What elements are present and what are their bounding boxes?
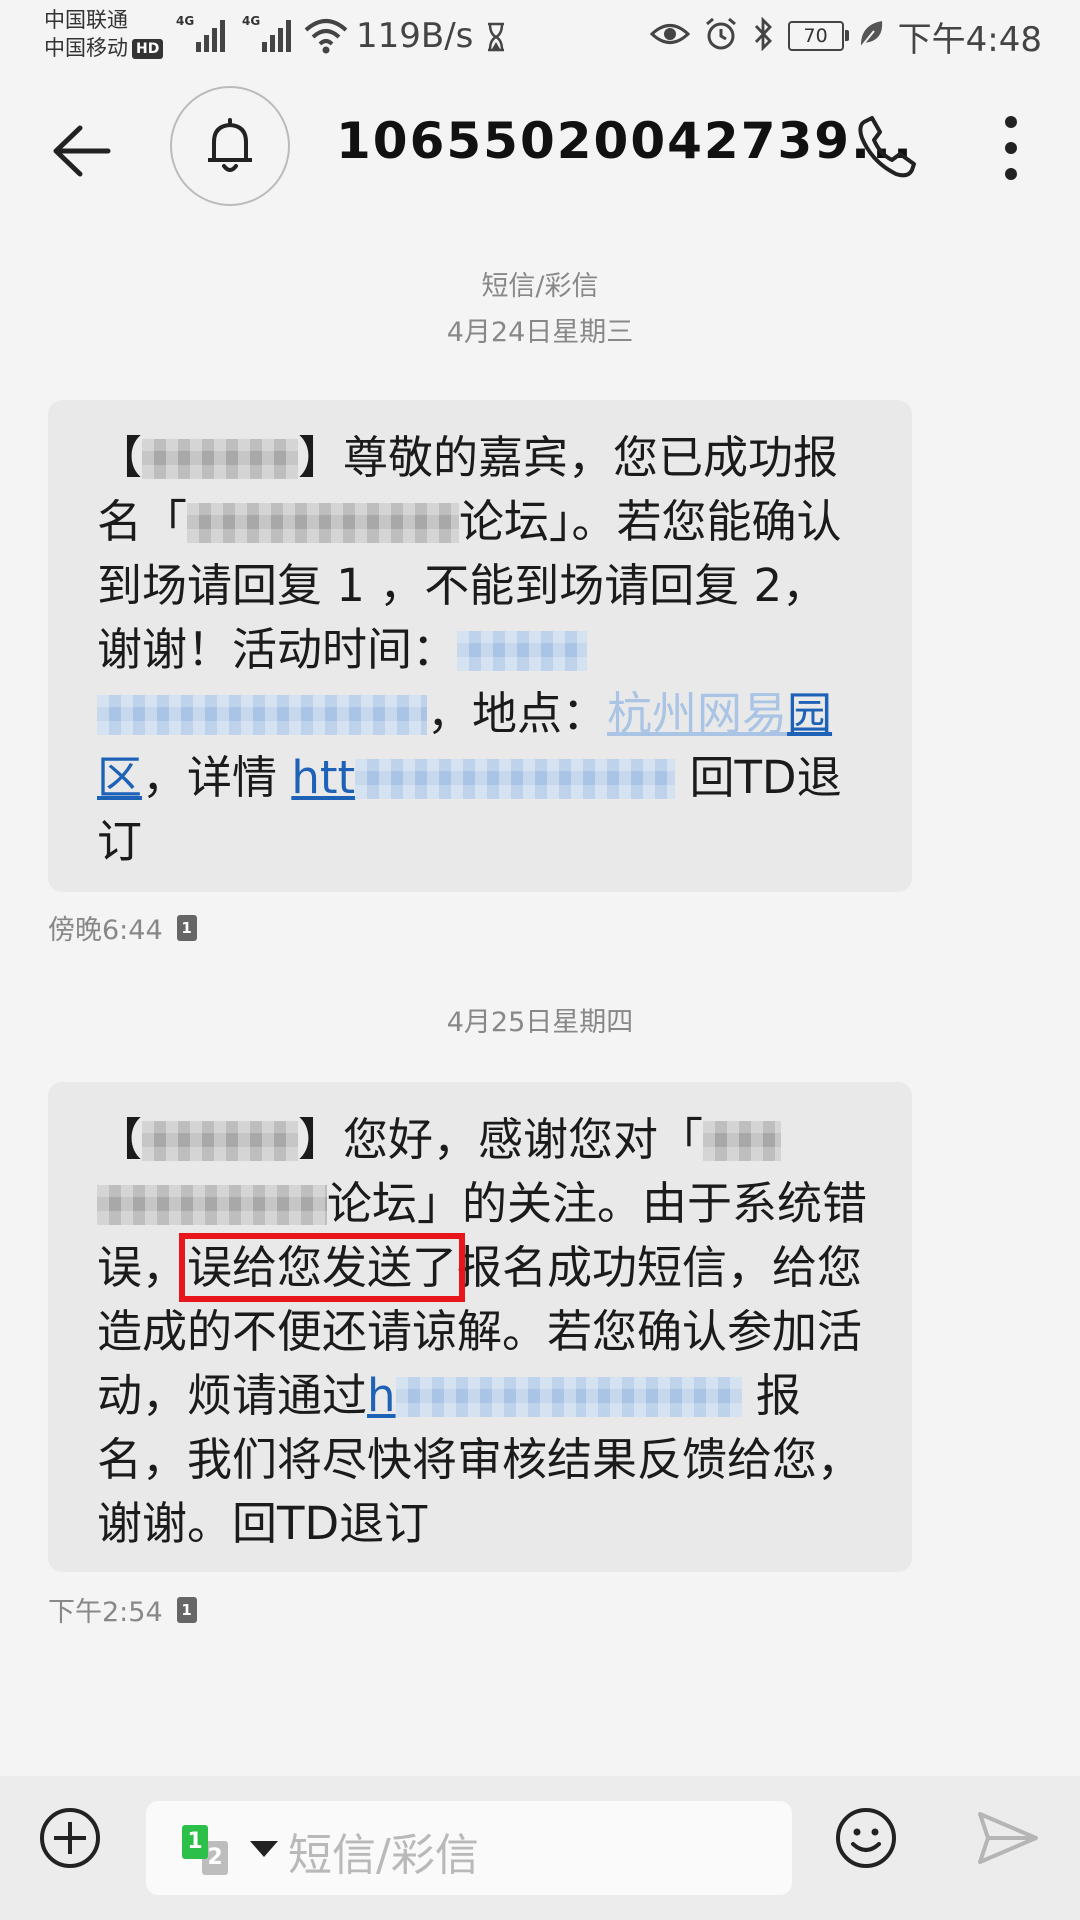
message-input-placeholder: 短信/彩信: [288, 1830, 479, 1881]
redacted-text: [703, 1121, 782, 1161]
clock: 下午4:48: [897, 19, 1042, 60]
back-button[interactable]: [46, 116, 116, 186]
message-text: ，地点：: [427, 687, 608, 740]
message-text: 【: [97, 1113, 143, 1166]
redacted-link[interactable]: [97, 695, 427, 735]
eye-icon: [649, 19, 690, 53]
signal-icon-1: 4G: [176, 14, 228, 60]
message-bubble[interactable]: 【】您好，感谢您对「论坛」的关注。由于系统错误，误给您发送了报名成功短信，给您造…: [48, 1082, 912, 1572]
attach-button[interactable]: [38, 1806, 102, 1870]
battery-icon: 70: [787, 21, 849, 51]
network-type-2: 4G: [242, 14, 261, 28]
redacted-text: [142, 1121, 299, 1161]
message-type-label: 短信/彩信: [481, 271, 599, 302]
network-type-1: 4G: [176, 14, 195, 28]
send-button[interactable]: [976, 1810, 1040, 1866]
sim-card-icon: 1: [176, 1596, 197, 1623]
status-icons-right: 70 下午4:48: [649, 14, 1042, 60]
chevron-down-icon[interactable]: [250, 1841, 278, 1857]
url-link[interactable]: h: [367, 1369, 396, 1422]
carrier-1: 中国联通: [44, 8, 128, 32]
arrow-left-icon: [53, 125, 111, 177]
wifi-icon: [304, 16, 348, 60]
alarm-icon: [704, 17, 738, 55]
highlighted-text: 误给您发送了: [179, 1233, 466, 1302]
redacted-text: [142, 439, 299, 479]
leaf-icon: [858, 19, 884, 53]
date-separator: 4月24日星期三: [446, 317, 634, 348]
hd-badge: HD: [132, 39, 164, 59]
sim-selector[interactable]: 2 1: [182, 1825, 228, 1875]
redacted-link[interactable]: [457, 631, 588, 671]
signal-icon-2: 4G: [242, 14, 294, 60]
carrier-info: 中国联通 中国移动 HD: [44, 6, 164, 62]
message-text: 】您好，感谢您对「: [298, 1113, 704, 1166]
message-time: 下午2:54: [48, 1597, 163, 1628]
emoji-button[interactable]: [834, 1806, 898, 1870]
message-bubble[interactable]: 【】尊敬的嘉宾，您已成功报名「 论坛」。若您能确认到场请回复 1 ，不能到场请回复…: [48, 400, 912, 892]
message-meta: 下午2:54 1: [48, 1590, 197, 1629]
more-options-button[interactable]: [996, 116, 1026, 186]
message-input[interactable]: 2 1 短信/彩信: [146, 1801, 792, 1895]
redacted-link[interactable]: [395, 1377, 586, 1417]
hourglass-icon: [486, 22, 506, 56]
sim-card-icon: 1: [176, 914, 197, 941]
bell-icon: [208, 118, 252, 172]
call-button[interactable]: [856, 114, 920, 184]
redacted-text: [97, 1185, 327, 1225]
message-text: 【: [97, 431, 143, 484]
message-meta: 傍晚6:44 1: [48, 908, 197, 947]
redacted-link[interactable]: [355, 759, 676, 799]
message-composer: 2 1 短信/彩信: [0, 1776, 1080, 1920]
battery-level: 70: [803, 25, 828, 47]
message-time: 傍晚6:44: [48, 915, 163, 946]
redacted-link[interactable]: [585, 1377, 742, 1417]
notification-toggle-button[interactable]: [170, 86, 290, 206]
network-speed: 119B/s: [356, 16, 474, 56]
message-list: 短信/彩信 4月24日星期三 【】尊敬的嘉宾，您已成功报名「 论坛」。若您能确认到…: [0, 216, 1080, 1776]
url-link[interactable]: htt: [291, 751, 355, 804]
carrier-2: 中国移动: [44, 36, 128, 60]
send-icon: [978, 1812, 1038, 1864]
sim-1-icon: 1: [182, 1825, 208, 1859]
status-bar: 中国联通 中国移动 HD 4G 4G 119B/s 70 下午4:48: [0, 0, 1080, 76]
message-text: ，详情: [142, 751, 292, 804]
bluetooth-icon: [752, 16, 774, 55]
contact-title: 10655020042739...: [336, 112, 915, 170]
phone-icon: [858, 116, 916, 178]
plus-circle-icon: [40, 1808, 100, 1868]
date-separator: 4月25日星期四: [446, 1007, 634, 1038]
conversation-header: 10655020042739...: [0, 76, 1080, 216]
location-link[interactable]: 杭州网易: [607, 687, 787, 740]
smiley-icon: [836, 1808, 896, 1868]
redacted-text: [187, 503, 460, 543]
